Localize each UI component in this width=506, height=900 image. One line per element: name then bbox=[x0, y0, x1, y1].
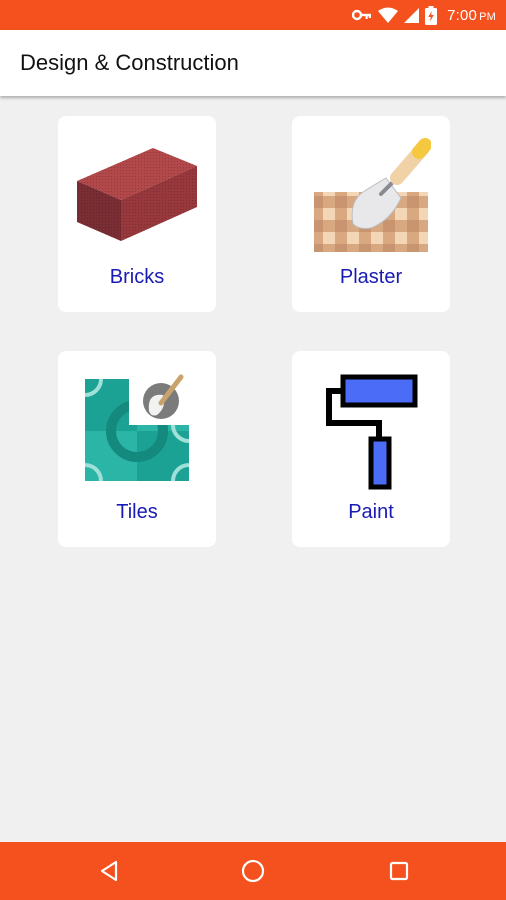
category-grid: Bricks Plaster Tiles Paint bbox=[0, 96, 506, 842]
bricks-label: Bricks bbox=[109, 266, 165, 288]
battery-charging-icon bbox=[425, 5, 438, 25]
status-time-value: 7:00 bbox=[447, 6, 478, 24]
system-nav-bar bbox=[0, 842, 506, 900]
plaster-trowel-icon bbox=[311, 136, 432, 256]
cellular-signal-icon bbox=[404, 7, 420, 23]
paint-card[interactable]: Paint bbox=[292, 351, 450, 547]
status-time: 7:00 PM bbox=[447, 7, 496, 24]
app-bar: Design & Construction bbox=[0, 30, 506, 96]
page-title: Design & Construction bbox=[20, 50, 239, 75]
home-icon bbox=[241, 859, 265, 883]
paint-label: Paint bbox=[348, 501, 394, 523]
paint-roller-icon bbox=[311, 371, 431, 491]
tiles-label: Tiles bbox=[116, 501, 158, 523]
back-icon bbox=[100, 860, 118, 882]
status-bar: 7:00 PM bbox=[0, 0, 506, 30]
plaster-card[interactable]: Plaster bbox=[292, 116, 450, 312]
brick-icon bbox=[77, 136, 197, 256]
tiles-icon bbox=[77, 371, 197, 491]
plaster-label: Plaster bbox=[339, 266, 403, 288]
vpn-key-icon bbox=[352, 8, 372, 22]
recents-button[interactable] bbox=[384, 856, 414, 886]
home-button[interactable] bbox=[238, 856, 268, 886]
status-time-suffix: PM bbox=[479, 10, 496, 23]
back-button[interactable] bbox=[94, 856, 124, 886]
bricks-card[interactable]: Bricks bbox=[58, 116, 216, 312]
wifi-icon bbox=[378, 7, 399, 23]
tiles-card[interactable]: Tiles bbox=[58, 351, 216, 547]
status-icons: 7:00 PM bbox=[352, 0, 496, 30]
recents-icon bbox=[389, 861, 409, 881]
